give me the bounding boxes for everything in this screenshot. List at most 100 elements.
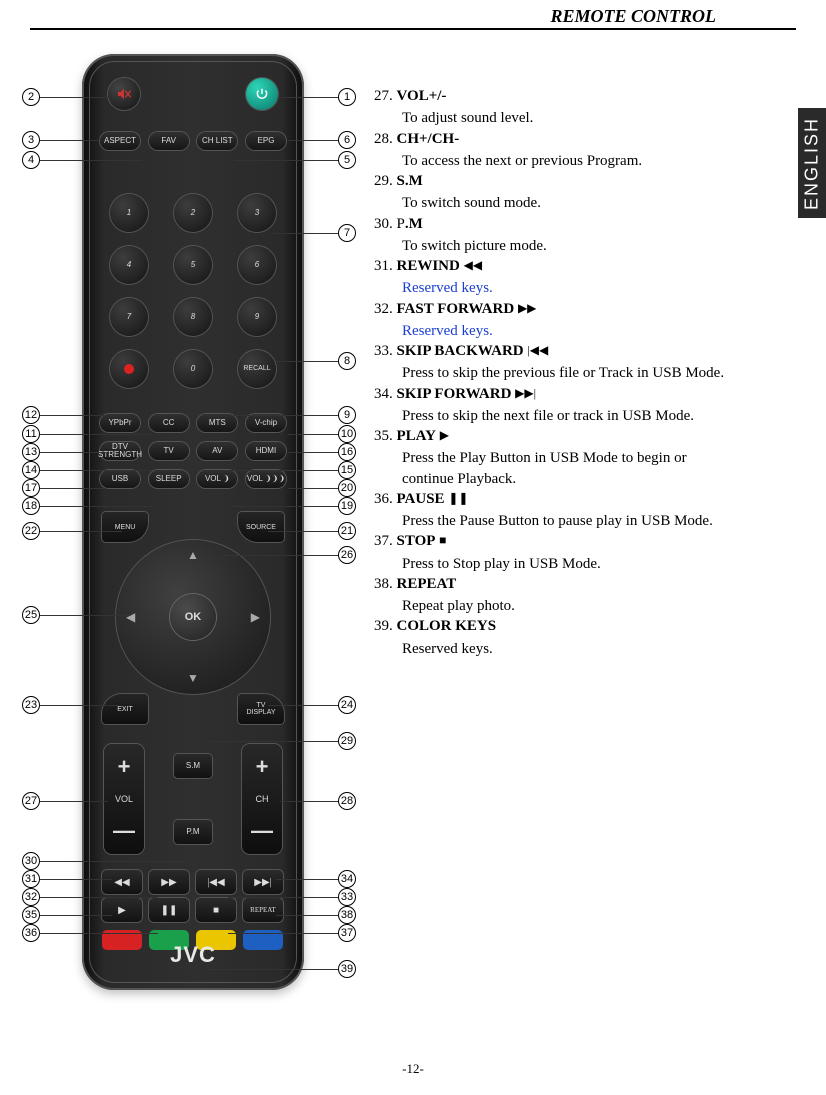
callout-15: 15 bbox=[338, 461, 356, 479]
leader bbox=[204, 969, 338, 970]
ch-plus[interactable]: + bbox=[256, 754, 269, 780]
power-button[interactable] bbox=[246, 78, 278, 110]
record-dot-icon bbox=[124, 364, 134, 374]
pause-button[interactable]: ❚❚ bbox=[149, 898, 189, 922]
av-button[interactable]: AV bbox=[197, 442, 237, 460]
leader bbox=[40, 434, 152, 435]
sm-button[interactable]: S.M bbox=[174, 754, 212, 778]
repeat-button[interactable]: REPEAT bbox=[243, 898, 283, 922]
num-5[interactable]: 5 bbox=[174, 246, 212, 284]
chlist-button[interactable]: CH LIST bbox=[197, 132, 237, 150]
ok-button[interactable]: OK bbox=[170, 594, 216, 640]
usb-button[interactable]: USB bbox=[100, 470, 140, 488]
leader bbox=[40, 801, 108, 802]
play-icon: ▶ bbox=[440, 428, 449, 442]
tv-display-button[interactable]: TV DISPLAY bbox=[238, 694, 284, 724]
mts-button[interactable]: MTS bbox=[197, 414, 237, 432]
rewind-button[interactable]: ◀◀ bbox=[102, 870, 142, 894]
callout-39: 39 bbox=[338, 960, 356, 978]
vol-plus[interactable]: + bbox=[118, 754, 131, 780]
arrow-up-icon[interactable]: ▲ bbox=[187, 548, 199, 563]
leader bbox=[276, 915, 338, 916]
callout-24: 24 bbox=[338, 696, 356, 714]
num-6[interactable]: 6 bbox=[238, 246, 276, 284]
num-2[interactable]: 2 bbox=[174, 194, 212, 232]
callout-35: 35 bbox=[22, 906, 40, 924]
callout-7: 7 bbox=[338, 224, 356, 242]
vol-minus[interactable]: — bbox=[113, 818, 135, 844]
cc-button[interactable]: CC bbox=[149, 414, 189, 432]
dpad: ▲ ▼ ◀ ▶ OK bbox=[116, 540, 270, 694]
callout-11: 11 bbox=[22, 425, 40, 443]
arrow-right-icon[interactable]: ▶ bbox=[251, 610, 260, 625]
menu-button[interactable]: MENU bbox=[102, 512, 148, 542]
ch-minus[interactable]: — bbox=[251, 818, 273, 844]
leader bbox=[40, 452, 106, 453]
callout-1: 1 bbox=[338, 88, 356, 106]
vol-down-preset[interactable]: VOL❩ bbox=[197, 470, 237, 488]
leader bbox=[40, 615, 130, 616]
skip-forward-button[interactable]: ▶▶| bbox=[243, 870, 283, 894]
arrow-down-icon[interactable]: ▼ bbox=[187, 671, 199, 686]
ypbpr-button[interactable]: YPbPr bbox=[100, 414, 140, 432]
arrow-left-icon[interactable]: ◀ bbox=[126, 610, 135, 625]
leader bbox=[228, 897, 338, 898]
callout-3: 3 bbox=[22, 131, 40, 149]
recall-button[interactable]: RECALL bbox=[238, 350, 276, 388]
pm-button[interactable]: P.M bbox=[174, 820, 212, 844]
callout-37: 37 bbox=[338, 924, 356, 942]
num-4[interactable]: 4 bbox=[110, 246, 148, 284]
epg-button[interactable]: EPG bbox=[246, 132, 286, 150]
aspect-button[interactable]: ASPECT bbox=[100, 132, 140, 150]
stop-button[interactable]: ■ bbox=[196, 898, 236, 922]
brand-logo: JVC bbox=[82, 942, 304, 968]
skip-back-button[interactable]: |◀◀ bbox=[196, 870, 236, 894]
callout-12: 12 bbox=[22, 406, 40, 424]
hdmi-button[interactable]: HDMI bbox=[246, 442, 286, 460]
vchip-button[interactable]: V-chip bbox=[246, 414, 286, 432]
leader bbox=[288, 434, 338, 435]
play-button[interactable]: ▶ bbox=[102, 898, 142, 922]
num-8[interactable]: 8 bbox=[174, 298, 212, 336]
pause-icon: ❚❚ bbox=[448, 491, 468, 505]
callout-5: 5 bbox=[338, 151, 356, 169]
leader bbox=[40, 140, 102, 141]
leader bbox=[40, 97, 108, 98]
leader bbox=[228, 933, 338, 934]
vol-up-preset[interactable]: VOL❩❩❩ bbox=[246, 470, 286, 488]
ff-icon: ▶▶ bbox=[518, 301, 536, 315]
ch-rocker[interactable]: + CH — bbox=[242, 744, 282, 854]
leader bbox=[210, 741, 338, 742]
num-9[interactable]: 9 bbox=[238, 298, 276, 336]
fast-forward-button[interactable]: ▶▶ bbox=[149, 870, 189, 894]
leader bbox=[40, 415, 104, 416]
description-list: 27. VOL+/- To adjust sound level. 28. CH… bbox=[374, 86, 794, 659]
leader bbox=[268, 531, 338, 532]
num-0[interactable]: 0 bbox=[174, 350, 212, 388]
callout-28: 28 bbox=[338, 792, 356, 810]
callout-20: 20 bbox=[338, 479, 356, 497]
num-3[interactable]: 3 bbox=[238, 194, 276, 232]
callout-34: 34 bbox=[338, 870, 356, 888]
record-button[interactable] bbox=[110, 350, 148, 388]
dtv-strength-button[interactable]: DTV STRENGTH bbox=[100, 442, 140, 460]
vol-rocker[interactable]: + VOL — bbox=[104, 744, 144, 854]
callout-4: 4 bbox=[22, 151, 40, 169]
skip-forward-icon: ▶▶| bbox=[515, 386, 536, 400]
leader bbox=[276, 879, 338, 880]
num-1[interactable]: 1 bbox=[110, 194, 148, 232]
callout-23: 23 bbox=[22, 696, 40, 714]
callout-17: 17 bbox=[22, 479, 40, 497]
sleep-button[interactable]: SLEEP bbox=[149, 470, 189, 488]
callout-14: 14 bbox=[22, 461, 40, 479]
ch-label: CH bbox=[256, 794, 269, 804]
source-button[interactable]: SOURCE bbox=[238, 512, 284, 542]
leader bbox=[230, 470, 338, 471]
fav-button[interactable]: FAV bbox=[149, 132, 189, 150]
num-7[interactable]: 7 bbox=[110, 298, 148, 336]
leader bbox=[230, 506, 338, 507]
mute-button[interactable] bbox=[108, 78, 140, 110]
exit-button[interactable]: EXIT bbox=[102, 694, 148, 724]
tv-button[interactable]: TV bbox=[149, 442, 189, 460]
callout-10: 10 bbox=[338, 425, 356, 443]
